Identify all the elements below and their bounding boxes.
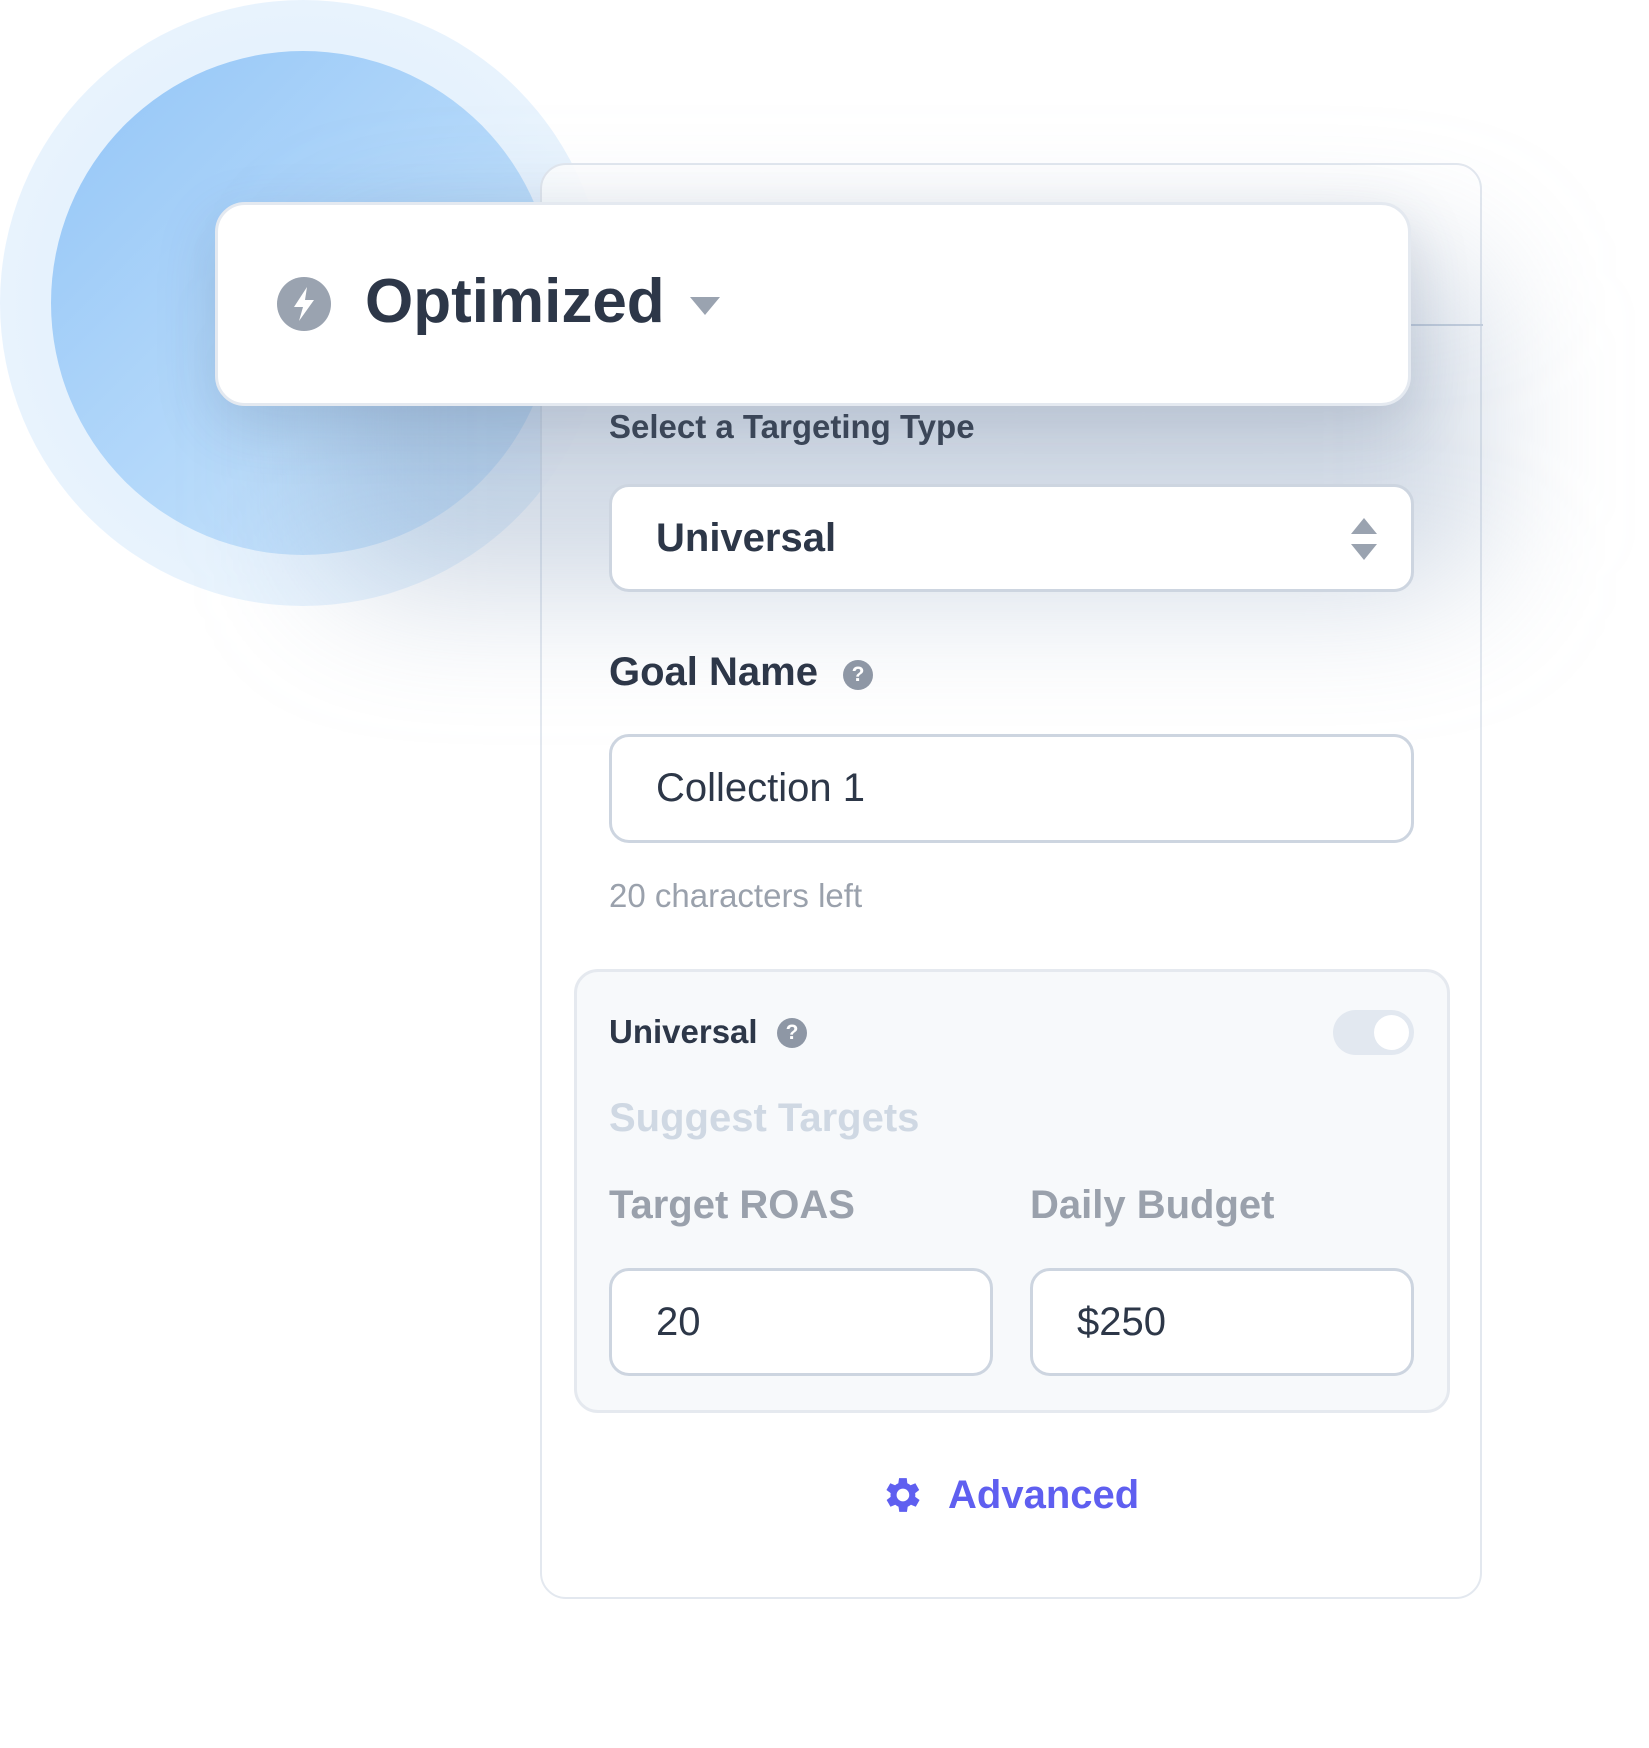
daily-budget-label: Daily Budget bbox=[1030, 1183, 1275, 1227]
mode-label: Optimized bbox=[365, 267, 665, 336]
goal-name-input[interactable]: Collection 1 bbox=[609, 734, 1414, 843]
universal-toggle[interactable] bbox=[1333, 1010, 1414, 1055]
target-roas-input[interactable]: 20 bbox=[609, 1268, 993, 1376]
chevron-down-icon[interactable] bbox=[690, 297, 720, 315]
toggle-knob bbox=[1374, 1015, 1409, 1050]
select-arrows-icon bbox=[1351, 518, 1377, 560]
goal-name-value: Collection 1 bbox=[656, 766, 866, 810]
daily-budget-value: $250 bbox=[1077, 1299, 1166, 1344]
targeting-type-select[interactable]: Universal bbox=[609, 484, 1414, 592]
help-icon[interactable]: ? bbox=[843, 660, 873, 690]
help-icon[interactable]: ? bbox=[777, 1018, 807, 1048]
gear-icon bbox=[886, 1478, 920, 1512]
suggest-targets-link[interactable]: Suggest Targets bbox=[609, 1096, 919, 1141]
advanced-button[interactable]: Advanced bbox=[878, 1472, 1139, 1518]
target-roas-value: 20 bbox=[656, 1299, 701, 1344]
targeting-type-label: Select a Targeting Type bbox=[609, 408, 975, 445]
goal-name-label: Goal Name bbox=[609, 650, 818, 694]
advanced-label: Advanced bbox=[948, 1472, 1140, 1517]
characters-left-hint: 20 characters left bbox=[609, 877, 863, 914]
daily-budget-input[interactable]: $250 bbox=[1030, 1268, 1414, 1376]
targeting-type-value: Universal bbox=[656, 515, 837, 560]
universal-title: Universal bbox=[609, 1013, 758, 1050]
target-roas-label: Target ROAS bbox=[609, 1183, 855, 1227]
lightning-bolt-icon bbox=[277, 277, 331, 331]
